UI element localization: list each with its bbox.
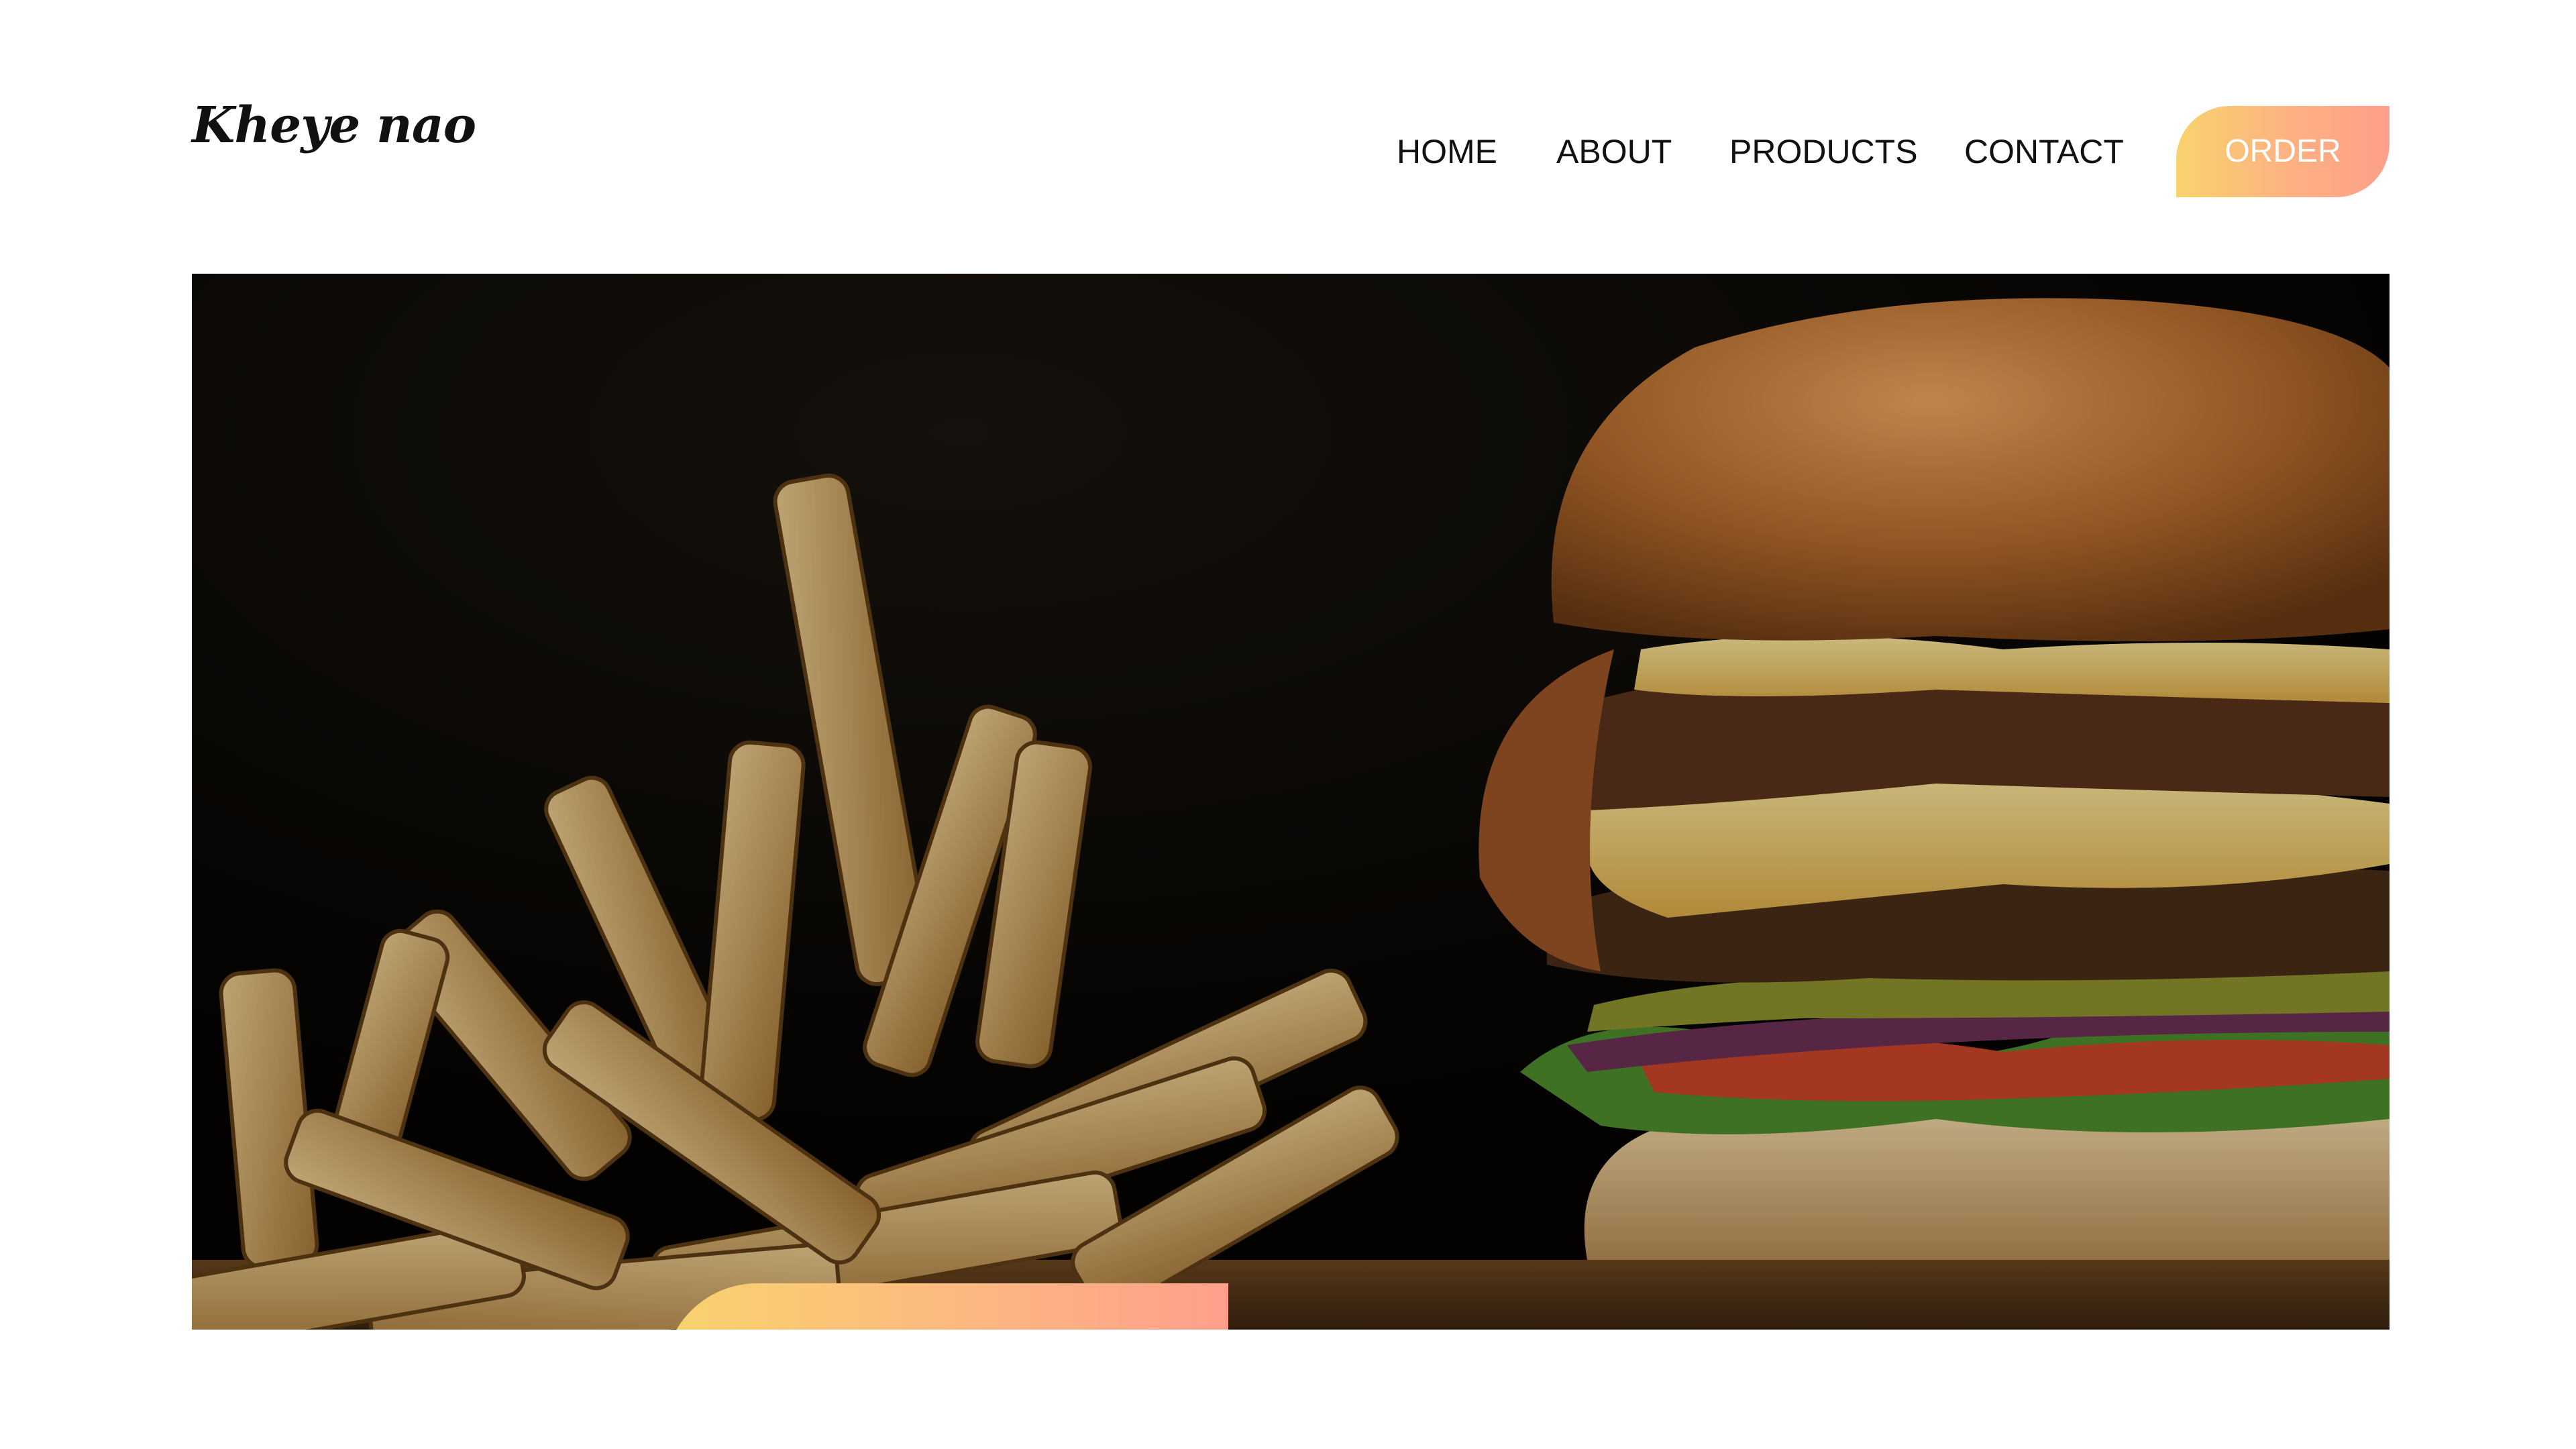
order-now-button[interactable]: Order Now (663, 1283, 1228, 1330)
hero-banner: Order Now (192, 274, 2390, 1330)
nav-contact-link[interactable]: CONTACT (1964, 131, 2124, 172)
nav-products-link[interactable]: PRODUCTS (1729, 131, 1918, 172)
brand-logo[interactable]: Kheye nao (192, 101, 476, 150)
nav-about-link[interactable]: ABOUT (1556, 131, 1672, 172)
order-button[interactable]: ORDER (2176, 106, 2390, 197)
burger-and-fries-photo (192, 274, 2390, 1330)
nav-home-link[interactable]: HOME (1397, 131, 1497, 172)
